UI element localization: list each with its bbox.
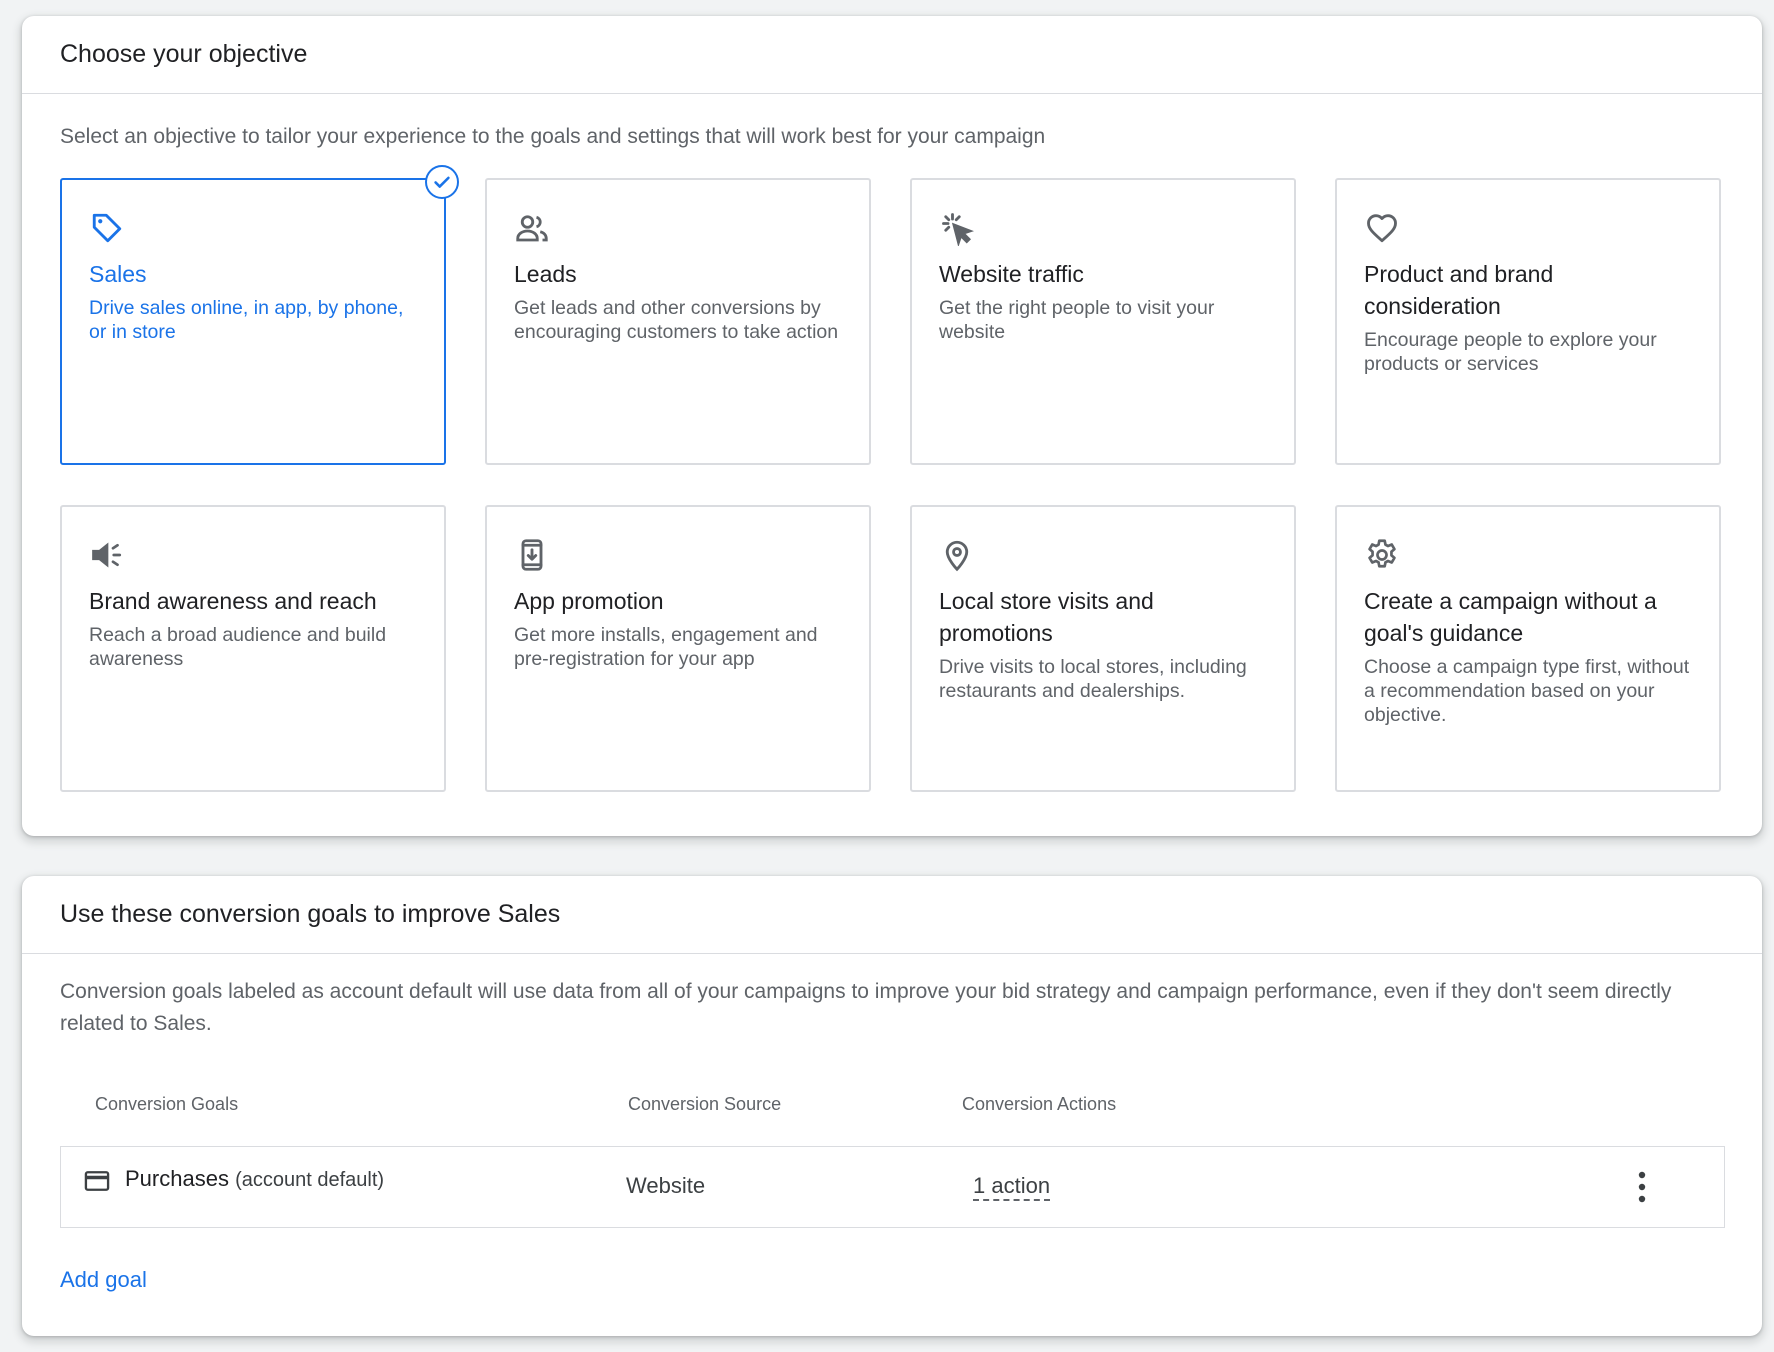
tag-icon xyxy=(92,213,122,243)
objective-title: Create a campaign without a goal's guida… xyxy=(1364,588,1657,646)
table-row: Purchases (account default) Website 1 ac… xyxy=(60,1146,1725,1228)
phone-download-icon xyxy=(521,539,543,571)
objective-description: Drive sales online, in app, by phone, or… xyxy=(89,297,404,343)
goal-actions-link[interactable]: 1 action xyxy=(973,1173,1051,1201)
objective-description: Get the right people to visit your websi… xyxy=(939,297,1215,343)
objective-title: Choose your objective xyxy=(60,40,308,68)
objective-brand-awareness[interactable]: Brand awareness and reach Reach a broad … xyxy=(60,505,446,792)
goals-header: Use these conversion goals to improve Sa… xyxy=(22,876,1762,954)
goals-title: Use these conversion goals to improve Sa… xyxy=(60,900,561,928)
goals-table-header: Conversion Goals Conversion Source Conve… xyxy=(72,1094,1722,1118)
goals-description: Conversion goals labeled as account defa… xyxy=(60,980,1672,1035)
cursor-click-icon xyxy=(942,213,974,246)
add-goal-button[interactable]: Add goal xyxy=(60,1267,147,1293)
objective-title: Leads xyxy=(514,261,577,287)
objective-description: Reach a broad audience and build awarene… xyxy=(89,624,387,670)
objective-title: Website traffic xyxy=(939,261,1084,287)
objective-title: Local store visits and promotions xyxy=(939,588,1154,646)
objective-sales[interactable]: Sales Drive sales online, in app, by pho… xyxy=(60,165,459,465)
objective-description: Drive visits to local stores, including … xyxy=(939,656,1247,702)
goal-name: Purchases (account default) xyxy=(125,1166,384,1192)
conversion-goals-card: Use these conversion goals to improve Sa… xyxy=(22,876,1762,1336)
objective-description: Choose a campaign type first, without a … xyxy=(1364,656,1690,726)
objective-header: Choose your objective xyxy=(22,16,1762,94)
account-default-tag: (account default) xyxy=(235,1169,385,1191)
goal-source: Website xyxy=(626,1173,706,1198)
credit-card-icon xyxy=(84,1171,110,1191)
objective-description: Encourage people to explore your product… xyxy=(1364,329,1657,375)
objective-description: Get leads and other conversions by encou… xyxy=(514,297,839,343)
objective-card: Choose your objective Select an objectiv… xyxy=(22,16,1762,836)
objective-product-brand-consideration[interactable]: Product and brand consideration Encourag… xyxy=(1335,178,1721,465)
goal-name-text: Purchases xyxy=(125,1166,229,1191)
objective-leads[interactable]: Leads Get leads and other conversions by… xyxy=(485,178,871,465)
objective-title: Sales xyxy=(89,261,147,287)
objective-title: App promotion xyxy=(514,588,664,614)
objective-no-goal-guidance[interactable]: Create a campaign without a goal's guida… xyxy=(1335,505,1721,792)
objective-title: Product and brand consideration xyxy=(1364,261,1554,319)
objective-title: Brand awareness and reach xyxy=(89,588,377,614)
objective-grid: Sales Drive sales online, in app, by pho… xyxy=(60,165,1721,792)
people-icon xyxy=(516,215,548,242)
objective-website-traffic[interactable]: Website traffic Get the right people to … xyxy=(910,178,1296,465)
heart-icon xyxy=(1367,214,1397,243)
gear-icon xyxy=(1368,539,1396,568)
check-icon xyxy=(425,165,459,199)
more-vert-icon[interactable] xyxy=(1636,1169,1648,1205)
objective-app-promotion[interactable]: App promotion Get more installs, engagem… xyxy=(485,505,871,792)
objective-local-store-visits[interactable]: Local store visits and promotions Drive … xyxy=(910,505,1296,792)
column-header-goals: Conversion Goals xyxy=(95,1094,239,1114)
objective-description: Get more installs, engagement and pre-re… xyxy=(514,624,818,670)
megaphone-icon xyxy=(92,542,122,568)
column-header-source: Conversion Source xyxy=(628,1094,782,1114)
objective-description: Select an objective to tailor your exper… xyxy=(60,125,1046,148)
location-pin-icon xyxy=(945,540,969,572)
column-header-actions: Conversion Actions xyxy=(962,1094,1117,1114)
